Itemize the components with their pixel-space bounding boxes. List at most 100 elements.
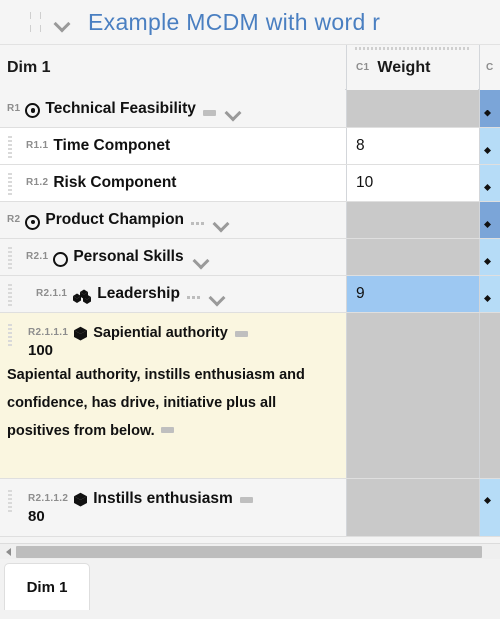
indent-handle-icon[interactable] <box>8 284 12 306</box>
cell-weight[interactable] <box>346 479 479 536</box>
note-dash-icon[interactable] <box>202 110 216 116</box>
chevron-down-icon[interactable] <box>213 214 228 232</box>
column-header-c2-code: C <box>486 62 494 73</box>
table-row-note[interactable]: R2.1.1.1 Sapiential authority 100 Sapien… <box>0 313 500 479</box>
row-name-cell[interactable]: R2.1 Personal Skills <box>0 239 345 275</box>
table-row[interactable]: R1.2 Risk Component 10 <box>0 165 500 202</box>
ellipsis-icon[interactable] <box>191 222 205 225</box>
cell-weight[interactable]: 10 <box>346 165 479 201</box>
indent-handle-icon[interactable] <box>8 324 12 346</box>
row-label: Technical Feasibility <box>45 99 196 117</box>
row-value[interactable]: 80 <box>28 507 45 527</box>
cell-weight[interactable]: 8 <box>346 128 479 164</box>
table-row[interactable]: R2.1 Personal Skills <box>0 239 500 276</box>
sheet-tab-dim1[interactable]: Dim 1 <box>4 563 90 610</box>
row-value[interactable]: 100 <box>28 341 53 361</box>
row-label: Leadership <box>97 285 180 302</box>
row-name-cell[interactable]: R1.1 Time Componet <box>0 128 345 164</box>
drag-grip-icon[interactable] <box>26 9 34 35</box>
column-header-weight-code: C1 <box>356 62 370 73</box>
diamond-glyph-icon <box>484 295 491 302</box>
scrollbar-thumb[interactable] <box>16 545 482 558</box>
row-name-cell[interactable]: R2 Product Champion <box>0 202 345 238</box>
column-header-dim1-label: Dim 1 <box>7 58 51 76</box>
diamond-glyph-icon <box>484 258 491 265</box>
ellipsis-icon[interactable] <box>186 296 200 299</box>
table-row[interactable]: R2.1.1 Leadership 9 <box>0 276 500 313</box>
cell-c2[interactable] <box>479 128 500 164</box>
indent-handle-icon[interactable] <box>8 247 12 269</box>
sheet-tab-bar: Dim 1 <box>0 559 500 619</box>
cell-c2[interactable] <box>479 479 500 536</box>
cell-c2[interactable] <box>479 165 500 201</box>
cell-c2[interactable] <box>479 239 500 275</box>
cube-icon <box>73 326 88 341</box>
note-dash-icon[interactable] <box>239 497 253 503</box>
table-row[interactable]: R1 Technical Feasibility <box>0 90 500 128</box>
diamond-glyph-icon <box>484 109 491 117</box>
column-header-weight[interactable]: C1 Weight <box>346 45 478 90</box>
row-name-cell[interactable]: R2.1.1 Leadership <box>0 276 345 312</box>
cube-icon <box>73 492 88 507</box>
column-header-c2[interactable]: C <box>479 45 500 90</box>
note-dash-icon[interactable] <box>234 331 248 337</box>
horizontal-scrollbar[interactable] <box>0 543 500 559</box>
cell-weight[interactable] <box>346 90 479 127</box>
row-name-cell[interactable]: R1.2 Risk Component <box>0 165 345 201</box>
column-header-weight-label: Weight <box>377 58 431 76</box>
row-label: Personal Skills <box>73 248 184 265</box>
row-code: R1 <box>7 102 21 114</box>
indent-handle-icon[interactable] <box>8 490 12 512</box>
table-row[interactable]: R2.1.1.2 Instills enthusiasm 80 <box>0 479 500 537</box>
row-label: Instills enthusiasm <box>93 490 233 507</box>
title-bar: Example MCDM with word r <box>0 0 500 45</box>
circle-icon <box>53 251 69 267</box>
document-title: Example MCDM with word r <box>88 8 381 35</box>
cell-weight[interactable] <box>346 313 479 478</box>
cubes-icon <box>72 288 92 304</box>
chevron-down-icon[interactable] <box>225 103 240 121</box>
row-label: Sapiential authority <box>93 325 228 341</box>
cell-c2[interactable] <box>479 202 500 238</box>
column-resize-handle[interactable] <box>355 47 470 50</box>
diamond-glyph-icon <box>484 497 491 504</box>
indent-handle-icon[interactable] <box>8 173 12 195</box>
sheet-tab-label: Dim 1 <box>26 578 68 596</box>
row-code: R2 <box>7 214 21 225</box>
row-label: Product Champion <box>45 211 185 228</box>
target-icon <box>25 214 41 230</box>
diamond-glyph-icon <box>484 184 491 191</box>
diamond-glyph-icon <box>484 147 491 154</box>
cell-weight[interactable] <box>346 239 479 275</box>
table-row[interactable]: R1.1 Time Componet 8 <box>0 128 500 165</box>
row-code: R1.1 <box>26 140 49 151</box>
table-row[interactable]: R2 Product Champion <box>0 202 500 239</box>
chevron-down-icon[interactable] <box>209 288 224 306</box>
cell-c2[interactable] <box>479 313 500 478</box>
cell-c2[interactable] <box>479 276 500 312</box>
row-label: Risk Component <box>53 174 177 191</box>
row-label: Time Componet <box>53 137 171 154</box>
row-name-cell[interactable]: R2.1.1.2 Instills enthusiasm <box>0 479 345 536</box>
table-body: R1 Technical Feasibility R1.1 Time Compo… <box>0 90 500 543</box>
drag-grip-icon-2[interactable] <box>36 9 44 35</box>
row-code: R2.1 <box>26 251 49 262</box>
diamond-glyph-icon <box>484 221 491 228</box>
column-header-row: Dim 1 C1 Weight C <box>0 45 500 90</box>
note-text[interactable]: Sapiental authority, instills enthusiasm… <box>7 361 337 445</box>
chevron-down-icon[interactable] <box>48 9 74 35</box>
scroll-left-arrow-icon[interactable] <box>0 544 16 560</box>
indent-handle-icon[interactable] <box>8 136 12 158</box>
column-header-dim1[interactable]: Dim 1 <box>0 45 345 90</box>
spreadsheet-app: Example MCDM with word r Dim 1 C1 Weight… <box>0 0 500 619</box>
note-dash-icon-end[interactable] <box>160 426 174 433</box>
row-code: R2.1.1 <box>36 288 68 299</box>
cell-weight[interactable]: 9 <box>346 276 479 312</box>
target-icon <box>25 103 41 118</box>
chevron-down-icon[interactable] <box>193 251 208 269</box>
row-code: R1.2 <box>26 177 49 188</box>
note-text-body: Sapiental authority, instills enthusiasm… <box>7 367 305 439</box>
row-name-cell[interactable]: R1 Technical Feasibility <box>0 90 345 127</box>
cell-c2[interactable] <box>479 90 500 127</box>
cell-weight[interactable] <box>346 202 479 238</box>
